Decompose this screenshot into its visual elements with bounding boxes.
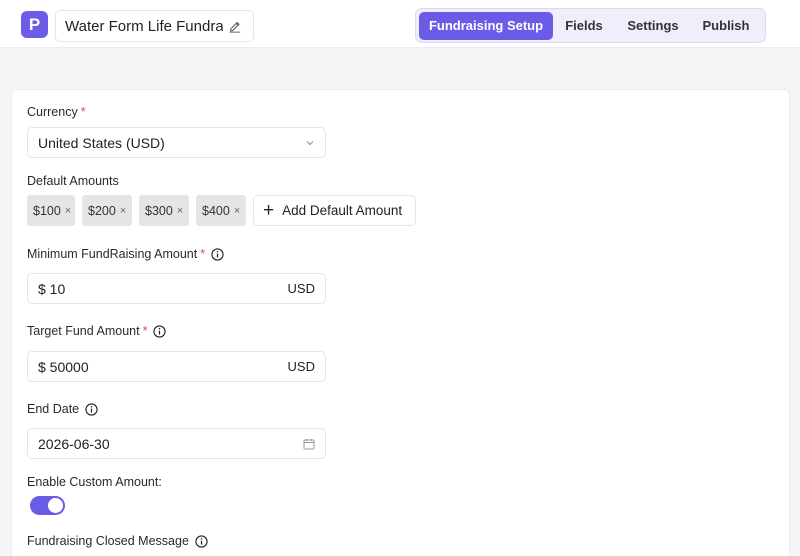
amount-chip: $100 × xyxy=(27,195,75,226)
add-default-amount-button[interactable]: + Add Default Amount xyxy=(253,195,416,226)
tab-fundraising-setup[interactable]: Fundraising Setup xyxy=(419,11,553,40)
pencil-icon[interactable] xyxy=(228,19,242,33)
currency-label-text: Currency xyxy=(27,105,78,119)
currency-label: Currency * xyxy=(27,105,86,119)
close-icon[interactable]: × xyxy=(177,205,183,217)
target-amount-label: Target Fund Amount * xyxy=(27,324,167,338)
info-icon[interactable] xyxy=(153,324,167,338)
end-date-input[interactable]: 2026-06-30 xyxy=(27,428,326,459)
target-amount-input[interactable]: $ 50000 USD xyxy=(27,351,326,382)
tab-settings[interactable]: Settings xyxy=(615,12,691,40)
close-icon[interactable]: × xyxy=(234,205,240,217)
closed-message-label-text: Fundraising Closed Message xyxy=(27,534,189,548)
tab-bar: Fundraising Setup Fields Settings Publis… xyxy=(415,8,766,43)
plus-icon: + xyxy=(263,200,275,221)
currency-unit: USD xyxy=(287,281,315,296)
logo-letter: P xyxy=(28,14,41,34)
currency-value: United States (USD) xyxy=(38,134,165,151)
amount-chip: $400 × xyxy=(196,195,246,226)
toggle-knob xyxy=(48,498,63,513)
calendar-icon[interactable] xyxy=(303,438,315,450)
required-marker: * xyxy=(80,105,86,119)
default-amounts-label-text: Default Amounts xyxy=(27,174,119,188)
top-bar: P Water Form Life Fundraisi Fundraising … xyxy=(0,0,800,48)
chip-value: $400 xyxy=(202,203,230,218)
default-amounts-label: Default Amounts xyxy=(27,174,119,188)
end-date-value: 2026-06-30 xyxy=(38,435,110,452)
close-icon[interactable]: × xyxy=(120,205,126,217)
currency-unit: USD xyxy=(287,359,315,374)
custom-amount-label-text: Enable Custom Amount: xyxy=(27,475,162,489)
minimum-amount-value: $ 10 xyxy=(38,280,66,297)
minimum-amount-label: Minimum FundRaising Amount * xyxy=(27,247,224,261)
amount-chip: $200 × xyxy=(82,195,132,226)
info-icon[interactable] xyxy=(85,402,98,416)
info-icon[interactable] xyxy=(195,534,208,548)
end-date-label-text: End Date xyxy=(27,402,80,416)
chevron-down-icon xyxy=(306,140,314,145)
closed-message-label: Fundraising Closed Message xyxy=(27,534,208,548)
tab-publish[interactable]: Publish xyxy=(691,12,761,40)
close-icon[interactable]: × xyxy=(65,205,71,217)
target-amount-value: $ 50000 xyxy=(38,358,89,375)
minimum-amount-label-text: Minimum FundRaising Amount xyxy=(27,247,198,261)
amount-chip: $300 × xyxy=(139,195,189,226)
info-icon[interactable] xyxy=(211,247,224,261)
form-title-field[interactable]: Water Form Life Fundraisi xyxy=(55,10,254,42)
form-title: Water Form Life Fundraisi xyxy=(65,17,223,35)
chip-value: $200 xyxy=(88,203,116,218)
tab-fields[interactable]: Fields xyxy=(553,12,615,40)
minimum-amount-input[interactable]: $ 10 USD xyxy=(27,273,326,304)
app-logo[interactable]: P xyxy=(21,11,48,38)
chip-value: $300 xyxy=(145,203,173,218)
currency-select[interactable]: United States (USD) xyxy=(27,127,326,158)
custom-amount-label: Enable Custom Amount: xyxy=(27,475,162,489)
chip-value: $100 xyxy=(33,203,61,218)
required-marker: * xyxy=(142,324,148,338)
add-default-amount-label: Add Default Amount xyxy=(282,203,403,218)
custom-amount-toggle[interactable] xyxy=(30,496,65,515)
target-amount-label-text: Target Fund Amount xyxy=(27,324,140,338)
required-marker: * xyxy=(200,247,206,261)
end-date-label: End Date xyxy=(27,402,98,416)
